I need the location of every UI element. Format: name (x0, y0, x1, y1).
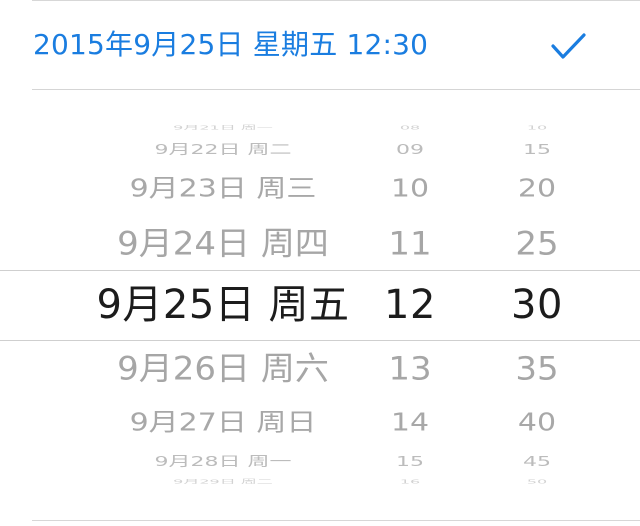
hour-option[interactable]: 09 (370, 142, 450, 158)
selected-datetime-label: 2015年9月25日 星期五 12:30 (33, 28, 429, 61)
picker-header: 2015年9月25日 星期五 12:30 (0, 0, 640, 90)
checkmark-icon (551, 33, 586, 59)
hour-option[interactable]: 16 (370, 479, 450, 486)
minute-option[interactable]: 10 (494, 125, 580, 132)
day-option[interactable]: 9月27日 周日 (70, 408, 376, 438)
day-option[interactable]: 9月29日 周二 (70, 479, 376, 486)
day-option[interactable]: 9月22日 周二 (70, 142, 376, 158)
day-option[interactable]: 9月25日 周五 (70, 281, 376, 329)
confirm-button[interactable] (544, 24, 592, 68)
hour-option[interactable]: 12 (370, 281, 450, 329)
day-option[interactable]: 9月28日 周一 (70, 454, 376, 470)
hour-wheel[interactable]: 08 09 10 11 12 13 14 15 16 (370, 90, 450, 500)
minute-option[interactable]: 15 (494, 142, 580, 158)
hour-option[interactable]: 08 (370, 125, 450, 132)
bottom-divider (32, 520, 640, 521)
minute-option[interactable]: 35 (494, 350, 580, 389)
day-option[interactable]: 9月21日 周一 (70, 125, 376, 132)
day-option[interactable]: 9月24日 周四 (70, 225, 376, 264)
minute-option[interactable]: 25 (494, 225, 580, 264)
day-option[interactable]: 9月26日 周六 (70, 350, 376, 389)
minute-wheel[interactable]: 10 15 20 25 30 35 40 45 50 (494, 90, 580, 500)
hour-option[interactable]: 14 (370, 408, 450, 438)
hour-option[interactable]: 13 (370, 350, 450, 389)
minute-option[interactable]: 50 (494, 479, 580, 486)
datetime-picker: 9月21日 周一 9月22日 周二 9月23日 周三 9月24日 周四 9月25日 周五… (0, 90, 640, 500)
minute-option[interactable]: 20 (494, 174, 580, 204)
hour-option[interactable]: 10 (370, 174, 450, 204)
hour-option[interactable]: 11 (370, 225, 450, 264)
minute-option[interactable]: 45 (494, 454, 580, 470)
day-wheel[interactable]: 9月21日 周一 9月22日 周二 9月23日 周三 9月24日 周四 9月25日 周五… (70, 90, 376, 500)
hour-option[interactable]: 15 (370, 454, 450, 470)
day-option[interactable]: 9月23日 周三 (70, 174, 376, 204)
minute-option[interactable]: 40 (494, 408, 580, 438)
minute-option[interactable]: 30 (494, 281, 580, 329)
